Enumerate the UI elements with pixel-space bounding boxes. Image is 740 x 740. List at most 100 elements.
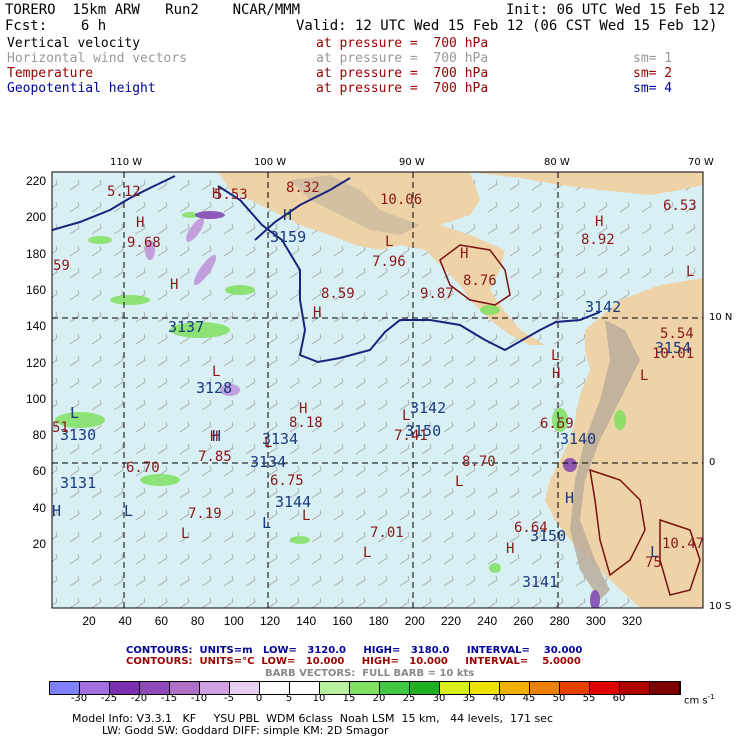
y-tick-label: 140: [25, 319, 46, 334]
height-contour-info: CONTOURS: UNITS=m LOW= 3120.0 HIGH= 3180…: [126, 645, 583, 656]
x-tick-label: 120: [259, 614, 281, 628]
x-tick-label: 220: [440, 614, 462, 628]
colorbar-tick-label: 45: [522, 693, 536, 704]
colorbar-tick-label: -30: [70, 693, 88, 704]
colorbar-tick-label: -10: [190, 693, 208, 704]
colorbar-tick-label: 10: [312, 693, 326, 704]
temperature-label: L: [181, 526, 189, 542]
temperature-label: L: [402, 408, 410, 424]
temperature-label: 8.59: [321, 286, 355, 302]
x-tick-label: 300: [585, 614, 606, 628]
temperature-label: 10.47: [662, 536, 704, 552]
x-tick-label: 100: [223, 614, 244, 628]
temperature-label: 59: [53, 258, 70, 274]
height-label: L: [124, 502, 133, 520]
weather-map: H315931373128L3130 H31343131L3134H 3144L31…: [51, 171, 704, 609]
temperature-label: 8.18: [289, 415, 323, 431]
x-tick-label: 320: [621, 614, 643, 628]
y-tick-label: 160: [25, 282, 46, 297]
colorbar-tick-label: -20: [130, 693, 148, 704]
longitude-label: 80 W: [544, 157, 570, 168]
height-label: H: [283, 206, 292, 224]
temperature-label: 5.54: [660, 326, 694, 342]
colorbar-tick-label: 50: [552, 693, 566, 704]
height-label: 3142: [585, 298, 621, 316]
height-label: 3142: [410, 399, 446, 417]
temperature-label: L: [212, 364, 220, 380]
colorbar-tick-label: 30: [432, 693, 446, 704]
height-label: H: [52, 502, 61, 520]
temperature-label: 5.53: [214, 187, 248, 203]
x-tick-label: 200: [404, 614, 425, 628]
colorbar-tick-label: -25: [100, 693, 118, 704]
temperature-label: 6.64: [514, 520, 548, 536]
colorbar-swatch: [650, 682, 680, 694]
temperature-label: 6.59: [540, 416, 574, 432]
temperature-label: 8.76: [463, 273, 497, 289]
x-tick-label: 40: [118, 614, 132, 628]
x-tick-label: 280: [549, 614, 570, 628]
x-tick-label: 160: [332, 614, 353, 628]
temperature-label: H: [506, 541, 514, 557]
y-tick-label: 100: [25, 391, 46, 406]
height-label: 3159: [270, 228, 306, 246]
colorbar-tick-label: 60: [612, 693, 626, 704]
y-tick-label: 60: [32, 464, 46, 479]
longitude-label: 100 W: [254, 157, 287, 168]
longitude-label: 90 W: [399, 157, 425, 168]
temperature-label: 75: [645, 555, 662, 571]
temperature-label: L: [302, 508, 310, 524]
temperature-label: L: [363, 545, 371, 561]
x-tick-label: 240: [477, 614, 498, 628]
y-tick-label: 40: [32, 500, 46, 515]
temperature-label: L: [385, 234, 393, 250]
temperature-label: H: [136, 215, 144, 231]
temperature-label: 9.87: [420, 286, 454, 302]
temperature-label: 51: [52, 420, 69, 436]
longitude-label: 110 W: [110, 157, 143, 168]
temperature-label: H: [595, 214, 603, 230]
y-tick-label: 220: [25, 174, 46, 188]
colorbar-tick-label: 55: [582, 693, 596, 704]
x-tick-label: 180: [368, 614, 389, 628]
temperature-label: 6.75: [270, 473, 304, 489]
temperature-label: H: [170, 277, 178, 293]
temperature-label: L: [455, 474, 463, 490]
temperature-label: H: [552, 366, 560, 382]
y-tick-label: 120: [25, 355, 46, 370]
temperature-label: 7.19: [188, 506, 222, 522]
colorbar-tick-label: 35: [462, 693, 476, 704]
height-label: H: [565, 489, 574, 507]
height-label: L: [70, 404, 79, 422]
y-tick-label: 20: [32, 537, 46, 551]
y-tick-label: 200: [25, 210, 46, 225]
height-label: 3137: [168, 318, 204, 336]
temperature-label: 7.01: [370, 525, 404, 541]
temperature-label: 5.12: [107, 184, 141, 200]
colorbar-tick-label: -5: [224, 693, 234, 704]
colorbar-tick-label: 25: [402, 693, 416, 704]
latitude-label: 10 S: [709, 601, 732, 612]
temperature-label: L: [686, 264, 694, 280]
x-tick-label: 20: [82, 614, 96, 628]
height-label: 3131: [60, 474, 96, 492]
temperature-label: 7.96: [372, 254, 406, 270]
height-label: 3140: [560, 430, 596, 448]
x-tick-label: 80: [190, 614, 205, 628]
temperature-label: H: [460, 246, 468, 262]
y-tick-label: 180: [25, 246, 46, 261]
colorbar-tick-label: 20: [372, 693, 386, 704]
temperature-label: H: [210, 429, 218, 445]
height-label: L: [262, 514, 271, 532]
height-label: 3128: [196, 379, 232, 397]
height-label: 3134: [250, 453, 286, 471]
colorbar-tick-label: -15: [160, 693, 178, 704]
x-tick-label: 260: [513, 614, 534, 628]
temperature-label: 9.68: [127, 235, 161, 251]
colorbar-tick-label: 0: [255, 693, 263, 704]
temperature-label: 8.92: [581, 232, 615, 248]
colorbar-tick-label: 40: [492, 693, 506, 704]
latitude-label: 0: [709, 457, 716, 468]
y-tick-label: 80: [32, 428, 46, 443]
temperature-label: L: [551, 348, 559, 364]
